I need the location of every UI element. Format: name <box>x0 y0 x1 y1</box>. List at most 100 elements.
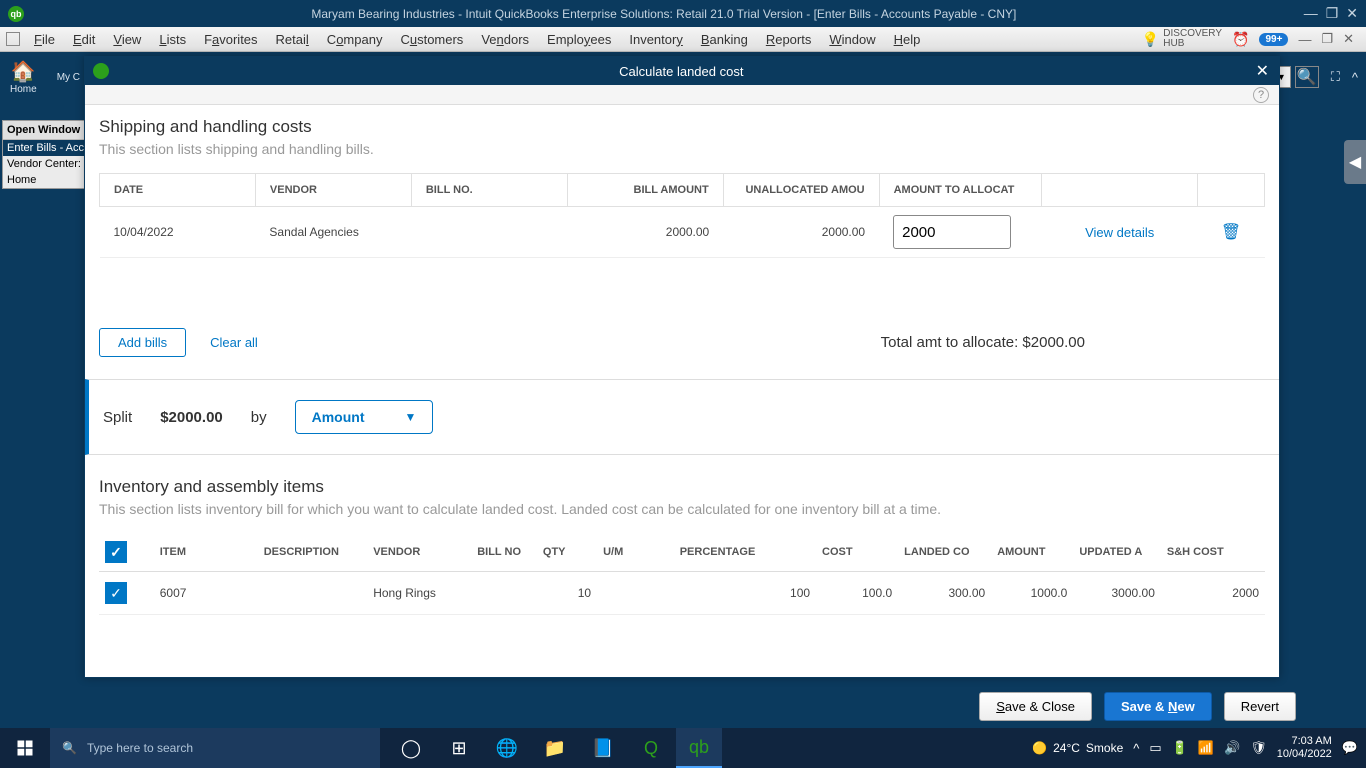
home-button[interactable]: 🏠 Home <box>10 59 37 95</box>
icol-billno: BILL NO <box>471 533 537 572</box>
tray-chevron-icon[interactable]: ^ <box>1133 741 1139 756</box>
cell-vendor: Sandal Agencies <box>255 207 411 258</box>
clear-all-link[interactable]: Clear all <box>210 335 258 350</box>
expand-icon[interactable]: ⛶ <box>1331 69 1340 85</box>
col-actions <box>1042 174 1198 207</box>
taskbar-search[interactable]: 🔍 Type here to search <box>50 728 380 768</box>
inner-close-icon[interactable]: ✕ <box>1343 31 1354 47</box>
dock-item-home[interactable]: Home <box>3 172 84 188</box>
weather-icon: 🟡 <box>1032 741 1047 755</box>
search-placeholder: Type here to search <box>87 741 193 755</box>
menu-lists[interactable]: Lists <box>151 29 194 50</box>
split-method-dropdown[interactable]: Amount ▼ <box>295 400 434 434</box>
icol-amount: AMOUNT <box>991 533 1073 572</box>
discovery-hub[interactable]: 💡 DISCOVERYHUB <box>1142 29 1222 49</box>
trash-icon[interactable]: 🗑 <box>1221 224 1241 241</box>
my-company-button[interactable]: My C <box>57 72 80 83</box>
split-label: Split <box>103 409 132 426</box>
icell-vendor: Hong Rings <box>367 572 471 615</box>
tray-wifi-icon[interactable]: 📶 <box>1198 740 1214 756</box>
tray-lang-icon[interactable]: 🛡 <box>1250 740 1267 756</box>
icol-um: U/M <box>597 533 674 572</box>
chrome-icon[interactable]: 🌐 <box>484 728 530 768</box>
app-titlebar: qb Maryam Bearing Industries - Intuit Qu… <box>0 0 1366 27</box>
col-date: DATE <box>100 174 256 207</box>
inner-minimize-icon[interactable]: — <box>1298 32 1311 47</box>
save-new-button[interactable]: Save & New <box>1104 692 1212 721</box>
qb-active-icon[interactable]: qb <box>676 728 722 768</box>
menu-banking[interactable]: Banking <box>693 29 756 50</box>
menu-reports[interactable]: Reports <box>758 29 820 50</box>
menu-view[interactable]: View <box>105 29 149 50</box>
explorer-icon[interactable]: 📁 <box>532 728 578 768</box>
dock-item-vendor-center[interactable]: Vendor Center: <box>3 156 84 172</box>
cell-billno <box>411 207 567 258</box>
total-allocate: Total amt to allocate: $2000.00 <box>881 334 1085 351</box>
select-all-checkbox[interactable]: ✓ <box>105 541 127 563</box>
inventory-section-subtitle: This section lists inventory bill for wh… <box>99 501 1265 517</box>
start-button[interactable] <box>0 728 50 768</box>
menu-help[interactable]: Help <box>886 29 929 50</box>
icell-landed: 300.00 <box>898 572 991 615</box>
menu-company[interactable]: Company <box>319 29 391 50</box>
tray-battery-icon[interactable]: 🔋 <box>1172 740 1188 756</box>
menu-customers[interactable]: Customers <box>392 29 471 50</box>
icell-amount: 1000.0 <box>991 572 1073 615</box>
collapse-icon[interactable]: ^ <box>1352 70 1358 85</box>
notepad-icon[interactable]: 📘 <box>580 728 626 768</box>
modal-title: Calculate landed cost <box>117 64 1246 79</box>
menu-favorites[interactable]: Favorites <box>196 29 265 50</box>
qb-app-icon[interactable]: Q <box>628 728 674 768</box>
add-bills-button[interactable]: Add bills <box>99 328 186 357</box>
reminder-icon[interactable]: ⏰ <box>1232 31 1249 48</box>
menu-window[interactable]: Window <box>821 29 883 50</box>
minimize-icon[interactable]: — <box>1304 5 1318 22</box>
menu-edit[interactable]: Edit <box>65 29 103 50</box>
row-checkbox[interactable]: ✓ <box>105 582 127 604</box>
shipping-section-title: Shipping and handling costs <box>99 117 1265 137</box>
taskbar-clock[interactable]: 7:03 AM 10/04/2022 <box>1277 735 1332 761</box>
qb-logo-icon: qb <box>8 6 24 22</box>
restore-icon[interactable]: ❐ <box>1326 5 1339 22</box>
menu-retail[interactable]: Retail <box>268 29 317 50</box>
menu-inventory[interactable]: Inventory <box>621 29 690 50</box>
modal-close-icon[interactable]: ✕ <box>1246 61 1279 81</box>
icell-um <box>597 572 674 615</box>
dock-item-enter-bills[interactable]: Enter Bills - Acc <box>3 140 84 156</box>
search-icon[interactable]: 🔍 <box>1295 66 1319 88</box>
inner-restore-icon[interactable]: ❐ <box>1321 31 1333 47</box>
icol-cost: COST <box>816 533 898 572</box>
open-windows-panel: Open Window Enter Bills - Acc Vendor Cen… <box>2 120 85 189</box>
shipping-row: 10/04/2022 Sandal Agencies 2000.00 2000.… <box>100 207 1265 258</box>
menu-employees[interactable]: Employees <box>539 29 619 50</box>
inventory-table: ✓ ITEM DESCRIPTION VENDOR BILL NO QTY U/… <box>99 533 1265 615</box>
notification-badge[interactable]: 99+ <box>1259 33 1288 46</box>
col-billno: BILL NO. <box>411 174 567 207</box>
modal-titlebar: Calculate landed cost ✕ <box>85 57 1279 85</box>
icol-item: ITEM <box>154 533 258 572</box>
revert-button[interactable]: Revert <box>1224 692 1296 721</box>
split-amount: $2000.00 <box>160 409 223 426</box>
notifications-icon[interactable]: 💬 <box>1342 740 1358 756</box>
menubar: File Edit View Lists Favorites Retail Co… <box>0 27 1366 52</box>
icol-vendor: VENDOR <box>367 533 471 572</box>
taskbar: 🔍 Type here to search ◯ ⊞ 🌐 📁 📘 Q qb 🟡 2… <box>0 728 1366 768</box>
cortana-icon[interactable]: ⊞ <box>436 728 482 768</box>
dock-title: Open Window <box>3 121 84 140</box>
menu-file[interactable]: File <box>26 29 63 50</box>
task-view-icon[interactable]: ◯ <box>388 728 434 768</box>
weather-widget[interactable]: 🟡 24°C Smoke <box>1032 741 1123 755</box>
menu-vendors[interactable]: Vendors <box>473 29 537 50</box>
icell-cost: 100.0 <box>816 572 898 615</box>
tray-volume-icon[interactable]: 🔊 <box>1224 740 1240 756</box>
col-vendor: VENDOR <box>255 174 411 207</box>
view-details-link[interactable]: View details <box>1085 225 1154 240</box>
tray-onedrive-icon[interactable]: ▭ <box>1149 740 1161 756</box>
help-icon[interactable]: ? <box>1253 87 1269 103</box>
save-close-button[interactable]: SSave & Closeave & Close <box>979 692 1092 721</box>
icell-billno <box>471 572 537 615</box>
cell-unallocated: 2000.00 <box>723 207 879 258</box>
close-icon[interactable]: ✕ <box>1346 5 1358 22</box>
right-panel-tab[interactable]: ◀ <box>1344 140 1366 184</box>
allocate-input[interactable] <box>893 215 1011 249</box>
